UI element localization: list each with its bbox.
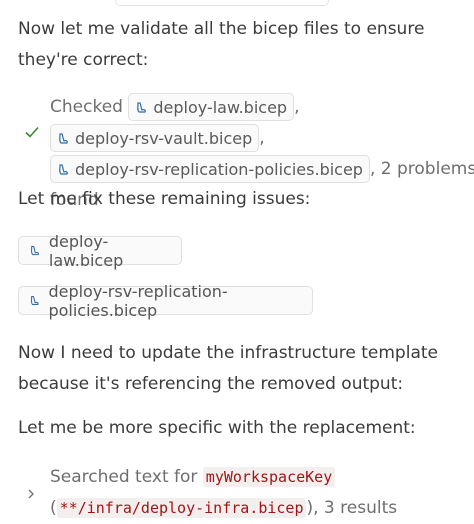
file-chip-label: deploy-rsv-replication-policies.bicep	[75, 159, 363, 179]
bicep-file-icon	[137, 101, 147, 113]
search-prefix: Searched text for	[50, 467, 198, 487]
open-paren: (	[50, 498, 57, 518]
search-path: **/infra/deploy-infra.bicep	[56, 498, 307, 518]
search-result-text: Searched text for myWorkspaceKey (**/inf…	[50, 462, 474, 524]
check-icon	[25, 126, 39, 138]
file-chip-deploy-rsv-replication-policies[interactable]: deploy-rsv-replication-policies.bicep	[50, 155, 370, 183]
search-suffix: ), 3 results	[306, 498, 398, 518]
separator: ,	[294, 97, 300, 117]
bicep-file-icon	[59, 163, 68, 175]
bicep-file-icon	[30, 296, 39, 305]
bicep-file-icon	[59, 132, 68, 144]
previous-item-border	[115, 0, 329, 6]
update-intro-text: Now I need to update the infrastructure …	[18, 343, 438, 394]
separator: ,	[259, 128, 265, 148]
fix-intro-text: Let me fix these remaining issues:	[18, 189, 311, 209]
file-chip-label: deploy-law.bicep	[48, 231, 124, 270]
specific-intro-text: Let me be more specific with the replace…	[18, 418, 416, 438]
bicep-file-icon	[30, 245, 39, 256]
file-chip-label: deploy-rsv-vault.bicep	[75, 128, 253, 148]
file-chip-label: deploy-law.bicep	[153, 97, 288, 117]
file-chip-deploy-law[interactable]: deploy-law.bicep	[128, 93, 295, 121]
edited-file-chip-deploy-rsv-replication-policies[interactable]: deploy-rsv-replication-policies.bicep	[18, 282, 313, 320]
search-term: myWorkspaceKey	[202, 467, 336, 487]
file-chip-label: deploy-rsv-replication-policies.bicep	[48, 281, 228, 320]
check-prefix: Checked	[50, 97, 123, 117]
chevron-right-icon[interactable]	[25, 488, 37, 500]
file-chip-deploy-rsv-vault[interactable]: deploy-rsv-vault.bicep	[50, 124, 260, 152]
validate-intro-text: Now let me validate all the bicep files …	[18, 19, 425, 70]
edited-file-chip-deploy-law[interactable]: deploy-law.bicep	[18, 232, 182, 270]
